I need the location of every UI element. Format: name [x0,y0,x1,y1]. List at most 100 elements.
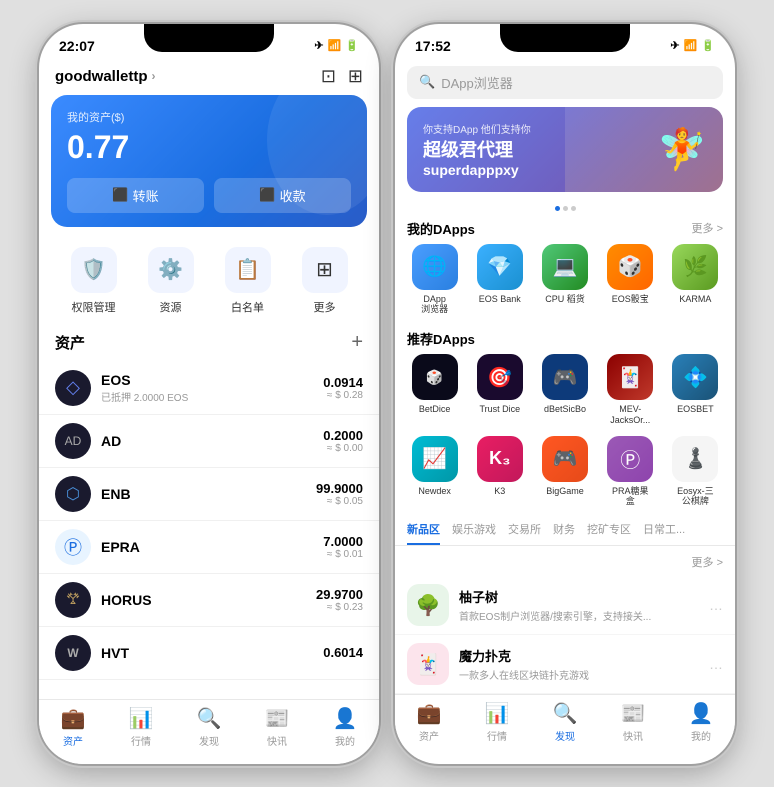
newdex-icon: 📈 [412,436,458,482]
nav-mine[interactable]: 👤 我的 [311,706,379,748]
header-icons: ⊡ ⊞ [321,66,363,87]
horus-icon: 𐂷 [55,582,91,618]
asset-horus[interactable]: 𐂷 HORUS 29.9700 ≈ $ 0.23 [39,574,379,627]
category-tabs: 新品区 娱乐游戏 交易所 财务 挖矿专区 日常工... [395,517,735,546]
tab-game[interactable]: 娱乐游戏 [452,517,496,545]
asset-eos[interactable]: ◇ EOS 已抵押 2.0000 EOS 0.0914 ≈ $ 0.28 [39,362,379,415]
transfer-button[interactable]: ⬛ 转账 [67,178,204,213]
nav-news[interactable]: 📰 快讯 [243,706,311,748]
epra-values: 7.0000 ≈ $ 0.01 [323,534,363,560]
cpu-item[interactable]: 💻 CPU 稻货 [533,244,596,316]
mev-icon: 🃏 [607,354,653,400]
pra-item[interactable]: Ⓟ PRA糖果盒 [599,436,662,508]
magic-poker-info: 魔力扑克 一款多人在线区块链扑克游戏 [459,646,699,682]
status-icons-2: ✈ 📶 🔋 [670,39,715,52]
quick-icon-0: 🛡️ [71,247,117,293]
nav-market[interactable]: 📊 行情 [107,706,175,748]
magic-poker-icon: 🃏 [407,643,449,685]
tab-mining[interactable]: 挖矿专区 [587,517,631,545]
asset-hvt[interactable]: W HVT 0.6014 [39,627,379,680]
eos-sebo-item[interactable]: 🎲 EOS骰宝 [599,244,662,316]
quick-icon-2: 📋 [225,247,271,293]
yuzi-info: 柚子树 首款EOS制户浏览器/搜索引擎，支持接关... [459,587,699,623]
epra-info: EPRA [101,539,313,555]
dbetsicbo-item[interactable]: 🎮 dBetSicBo [533,354,596,426]
add-asset-button[interactable]: + [351,331,363,354]
banner-dots [395,202,735,215]
tab-new[interactable]: 新品区 [407,517,440,545]
wifi-icon-2: 📶 [684,39,698,52]
karma-icon: 🌿 [672,244,718,290]
receive-button[interactable]: ⬛ 收款 [214,178,351,213]
asset-ad[interactable]: AD AD 0.2000 ≈ $ 0.00 [39,415,379,468]
p2-nav-mine[interactable]: 👤 我的 [667,701,735,743]
phone-2: 17:52 ✈ 📶 🔋 🔍 DApp浏览器 你支持DApp 他们支持你 超级君代… [395,24,735,764]
phone1-content: goodwallettp › ⊡ ⊞ 我的资产($) 0.77 ⬛ 转账 [39,62,379,764]
betdice-item[interactable]: 🎲 BetDice [403,354,466,426]
dapp-search-bar[interactable]: 🔍 DApp浏览器 [407,66,723,99]
assets-header: 资产 + [39,327,379,362]
scan-icon[interactable]: ⊞ [348,66,363,87]
asset-epra[interactable]: Ⓟ EPRA 7.0000 ≈ $ 0.01 [39,521,379,574]
eos-bank-item[interactable]: 💎 EOS Bank [468,244,531,316]
cpu-icon: 💻 [542,244,588,290]
banner-text: 你支持DApp 他们支持你 超级君代理 superdapppxy [423,121,531,178]
magic-poker-item[interactable]: 🃏 魔力扑克 一款多人在线区块链扑克游戏 … [395,635,735,694]
nav-discover[interactable]: 🔍 发现 [175,706,243,748]
tab-daily[interactable]: 日常工... [643,517,685,545]
newdex-item[interactable]: 📈 Newdex [403,436,466,508]
notch-1 [144,24,274,52]
p2-nav-news[interactable]: 📰 快讯 [599,701,667,743]
transfer-icon: ⬛ [112,187,128,203]
asset-enb[interactable]: ⬡ ENB 99.9000 ≈ $ 0.05 [39,468,379,521]
phone-1: 22:07 ✈ 📶 🔋 goodwallettp › ⊡ ⊞ [39,24,379,764]
horus-values: 29.9700 ≈ $ 0.23 [316,587,363,613]
ad-icon: AD [55,423,91,459]
new-more-link[interactable]: 更多 > [692,554,723,570]
time-1: 22:07 [59,38,95,54]
phone2-content: 🔍 DApp浏览器 你支持DApp 他们支持你 超级君代理 superdappp… [395,62,735,764]
k3-item[interactable]: K₃ K3 [468,436,531,508]
my-dapps-more[interactable]: 更多 > [692,220,723,236]
notch-2 [500,24,630,52]
quick-item-1[interactable]: ⚙️ 资源 [132,247,209,315]
plane-icon: ✈ [314,39,323,52]
mev-item[interactable]: 🃏 MEV-JacksOr... [599,354,662,426]
biggame-item[interactable]: 🎮 BigGame [533,436,596,508]
p1-bottom-nav: 💼 资产 📊 行情 🔍 发现 📰 快讯 👤 我的 [39,699,379,764]
balance-card: 我的资产($) 0.77 ⬛ 转账 ⬛ 收款 [51,95,367,227]
tab-finance[interactable]: 财务 [553,517,575,545]
p2-nav-assets[interactable]: 💼 资产 [395,701,463,743]
eosyx-item[interactable]: ♟️ Eosyx-三公棋牌 [664,436,727,508]
karma-item[interactable]: 🌿 KARMA [664,244,727,316]
p2-discover-icon: 🔍 [553,701,578,726]
promo-banner[interactable]: 你支持DApp 他们支持你 超级君代理 superdapppxy 🧚 [407,107,723,192]
assets-nav-icon: 💼 [61,706,86,731]
p2-nav-discover[interactable]: 🔍 发现 [531,701,599,743]
eosbet-item[interactable]: 💠 EOSBET [664,354,727,426]
search-icon: 🔍 [419,74,435,90]
market-nav-icon: 📊 [129,706,154,731]
dapp-browser-item[interactable]: 🌐 DApp浏览器 [403,244,466,316]
eos-icon: ◇ [55,370,91,406]
new-more-section: 更多 > [395,552,735,576]
p1-wallet-header: goodwallettp › ⊡ ⊞ [39,62,379,95]
tab-exchange[interactable]: 交易所 [508,517,541,545]
trustdice-item[interactable]: 🎯 Trust Dice [468,354,531,426]
quick-item-3[interactable]: ⊞ 更多 [286,247,363,315]
yuzi-arrow: … [709,597,723,613]
eosyx-icon: ♟️ [672,436,718,482]
yuzi-item[interactable]: 🌳 柚子树 首款EOS制户浏览器/搜索引擎，支持接关... … [395,576,735,635]
yuzi-icon: 🌳 [407,584,449,626]
time-2: 17:52 [415,38,451,54]
pra-label: PRA糖果盒 [612,486,649,508]
p2-nav-market[interactable]: 📊 行情 [463,701,531,743]
qr-icon[interactable]: ⊡ [321,66,336,87]
quick-item-2[interactable]: 📋 白名单 [209,247,286,315]
chevron-icon: › [152,69,156,83]
hvt-info: HVT [101,645,313,661]
nav-assets[interactable]: 💼 资产 [39,706,107,748]
p2-assets-icon: 💼 [417,701,442,726]
quick-item-0[interactable]: 🛡️ 权限管理 [55,247,132,315]
wallet-name[interactable]: goodwallettp › [55,68,156,85]
